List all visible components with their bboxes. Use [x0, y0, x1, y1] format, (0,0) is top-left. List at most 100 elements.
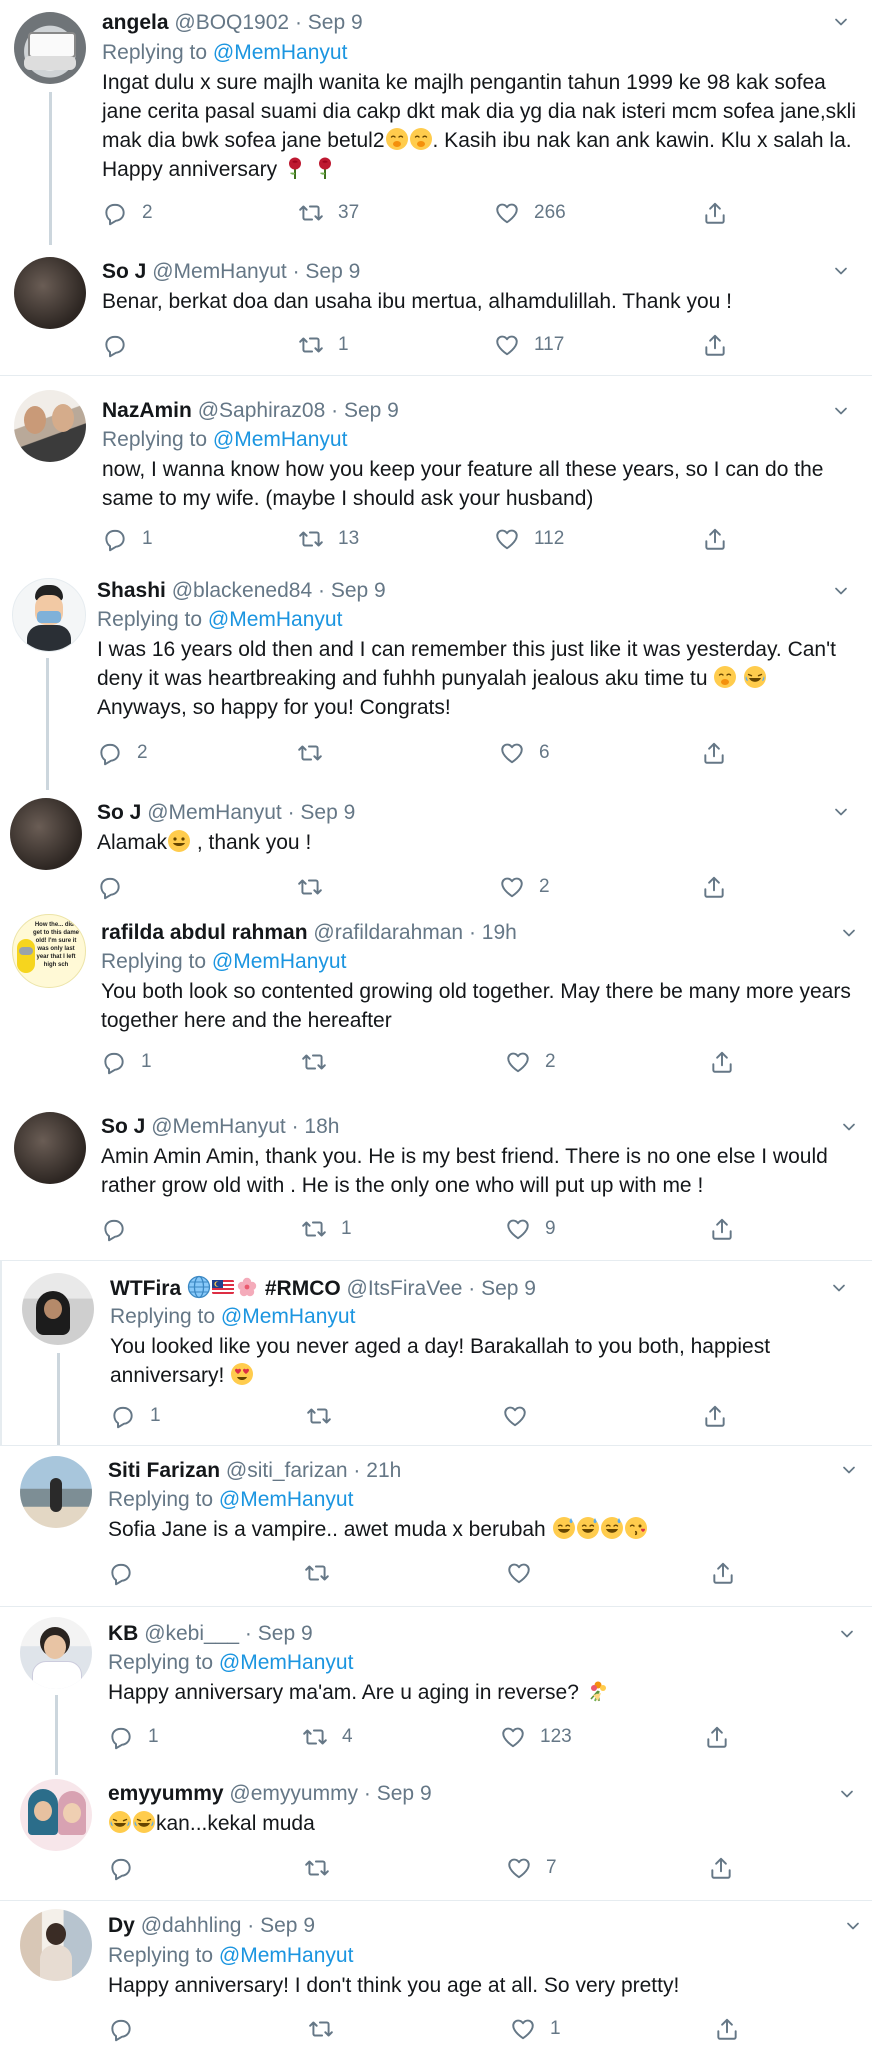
- reply-button[interactable]: [97, 872, 137, 902]
- author-handle[interactable]: @dahhling: [141, 1914, 242, 1937]
- share-button[interactable]: [710, 1558, 736, 1588]
- retweet-button[interactable]: 13: [298, 524, 359, 554]
- author-name[interactable]: NazAmin: [102, 399, 192, 422]
- like-button[interactable]: 9: [505, 1214, 556, 1244]
- author-handle[interactable]: @MemHanyut: [147, 801, 282, 824]
- reply-mention-link[interactable]: @MemHanyut: [212, 950, 347, 973]
- retweet-button[interactable]: 37: [298, 198, 359, 228]
- tweet-date[interactable]: 19h: [482, 921, 517, 944]
- like-button[interactable]: [502, 1401, 542, 1431]
- avatar[interactable]: [20, 1456, 92, 1528]
- tweet-nazamin[interactable]: NazAmin @Saphiraz08 · Sep 9 Replying to …: [0, 376, 872, 570]
- share-button[interactable]: [702, 198, 728, 228]
- retweet-button[interactable]: [304, 1558, 344, 1588]
- avatar[interactable]: How the... did I get to this dame old! I…: [12, 914, 86, 988]
- author-name-tag[interactable]: #RMCO: [265, 1277, 341, 1300]
- caret-down-icon[interactable]: [834, 264, 848, 278]
- reply-button[interactable]: 2: [97, 738, 148, 768]
- caret-down-icon[interactable]: [840, 1787, 854, 1801]
- caret-down-icon[interactable]: [834, 15, 848, 29]
- tweet-date[interactable]: Sep 9: [305, 260, 360, 283]
- like-button[interactable]: 2: [499, 872, 550, 902]
- author-name[interactable]: WTFira: [110, 1277, 181, 1300]
- author-handle[interactable]: @BOQ1902: [174, 11, 289, 34]
- author-name[interactable]: emyyummy: [108, 1782, 224, 1805]
- tweet-date[interactable]: Sep 9: [481, 1277, 536, 1300]
- reply-mention-link[interactable]: @MemHanyut: [208, 608, 343, 631]
- reply-button[interactable]: 1: [102, 524, 153, 554]
- reply-mention-link[interactable]: @MemHanyut: [219, 1651, 354, 1674]
- tweet-so-j[interactable]: So J @MemHanyut · 18h Amin Amin Amin, th…: [0, 1108, 872, 1260]
- retweet-button[interactable]: [301, 1047, 341, 1077]
- caret-down-icon[interactable]: [840, 1627, 854, 1641]
- reply-mention-link[interactable]: @MemHanyut: [213, 41, 348, 64]
- author-name[interactable]: Dy: [108, 1914, 135, 1937]
- avatar[interactable]: [10, 798, 82, 870]
- avatar[interactable]: [20, 1909, 92, 1981]
- avatar[interactable]: [14, 390, 86, 462]
- tweet-date[interactable]: Sep 9: [300, 801, 355, 824]
- reply-mention-link[interactable]: @MemHanyut: [219, 1488, 354, 1511]
- reply-button[interactable]: 2: [102, 198, 153, 228]
- share-button[interactable]: [709, 1214, 735, 1244]
- author-handle[interactable]: @siti_farizan: [226, 1459, 348, 1482]
- retweet-button[interactable]: 1: [301, 1214, 352, 1244]
- tweet-wtfira[interactable]: WTFira #RMCO @ItsFiraVee · Sep 9 Replyin…: [0, 1261, 872, 1445]
- share-button[interactable]: [709, 1047, 735, 1077]
- author-handle[interactable]: @ItsFiraVee: [347, 1277, 463, 1300]
- like-button[interactable]: 2: [505, 1047, 556, 1077]
- reply-button[interactable]: [102, 330, 142, 360]
- tweet-so-j[interactable]: So J @MemHanyut · Sep 9 Alamak , thank y…: [0, 790, 872, 908]
- avatar[interactable]: [14, 12, 86, 84]
- caret-down-icon[interactable]: [834, 404, 848, 418]
- caret-down-icon[interactable]: [832, 1281, 846, 1295]
- share-button[interactable]: [702, 524, 728, 554]
- reply-mention-link[interactable]: @MemHanyut: [219, 1944, 354, 1967]
- reply-button[interactable]: 1: [110, 1401, 161, 1431]
- caret-down-icon[interactable]: [834, 805, 848, 819]
- tweet-angela[interactable]: angela @BOQ1902 · Sep 9 Replying to @Mem…: [0, 0, 872, 245]
- avatar[interactable]: [20, 1617, 92, 1689]
- avatar[interactable]: [22, 1273, 94, 1345]
- like-button[interactable]: 1: [510, 2014, 561, 2044]
- like-button[interactable]: [506, 1558, 546, 1588]
- tweet-date[interactable]: Sep 9: [344, 399, 399, 422]
- reply-button[interactable]: [108, 2014, 148, 2044]
- reply-mention-link[interactable]: @MemHanyut: [213, 428, 348, 451]
- share-button[interactable]: [701, 872, 727, 902]
- caret-down-icon[interactable]: [846, 1919, 860, 1933]
- retweet-button[interactable]: [304, 1853, 344, 1883]
- author-handle[interactable]: @MemHanyut: [152, 260, 287, 283]
- avatar[interactable]: [14, 1112, 86, 1184]
- author-handle[interactable]: @rafildarahman: [313, 921, 463, 944]
- avatar[interactable]: [20, 1779, 92, 1851]
- tweet-date[interactable]: 21h: [366, 1459, 401, 1482]
- reply-button[interactable]: [108, 1853, 148, 1883]
- share-button[interactable]: [714, 2014, 740, 2044]
- author-name[interactable]: Siti Farizan: [108, 1459, 220, 1482]
- author-name[interactable]: KB: [108, 1622, 138, 1645]
- author-name[interactable]: angela: [102, 11, 169, 34]
- tweet-shashi[interactable]: Shashi @blackened84 · Sep 9 Replying to …: [0, 570, 872, 790]
- author-name[interactable]: So J: [101, 1115, 145, 1138]
- reply-button[interactable]: [101, 1214, 141, 1244]
- author-handle[interactable]: @MemHanyut: [151, 1115, 286, 1138]
- author-handle[interactable]: @blackened84: [172, 579, 312, 602]
- tweet-date[interactable]: 18h: [304, 1115, 339, 1138]
- author-name[interactable]: rafilda abdul rahman: [101, 921, 308, 944]
- author-handle[interactable]: @kebi___: [144, 1622, 239, 1645]
- share-button[interactable]: [704, 1722, 730, 1752]
- author-handle[interactable]: @Saphiraz08: [198, 399, 326, 422]
- tweet-emyyummy[interactable]: emyyummy @emyyummy · Sep 9 kan...kekal m…: [0, 1775, 872, 1900]
- tweet-kb[interactable]: KB @kebi___ · Sep 9 Replying to @MemHany…: [0, 1607, 872, 1775]
- reply-button[interactable]: [108, 1558, 148, 1588]
- like-button[interactable]: 266: [494, 198, 566, 228]
- reply-button[interactable]: 1: [101, 1047, 152, 1077]
- like-button[interactable]: 123: [500, 1722, 572, 1752]
- reply-mention-link[interactable]: @MemHanyut: [221, 1305, 356, 1328]
- caret-down-icon[interactable]: [842, 926, 856, 940]
- tweet-date[interactable]: Sep 9: [258, 1622, 313, 1645]
- tweet-siti-farizan[interactable]: Siti Farizan @siti_farizan · 21h Replyin…: [0, 1446, 872, 1606]
- author-name[interactable]: Shashi: [97, 579, 166, 602]
- reply-button[interactable]: 1: [108, 1722, 159, 1752]
